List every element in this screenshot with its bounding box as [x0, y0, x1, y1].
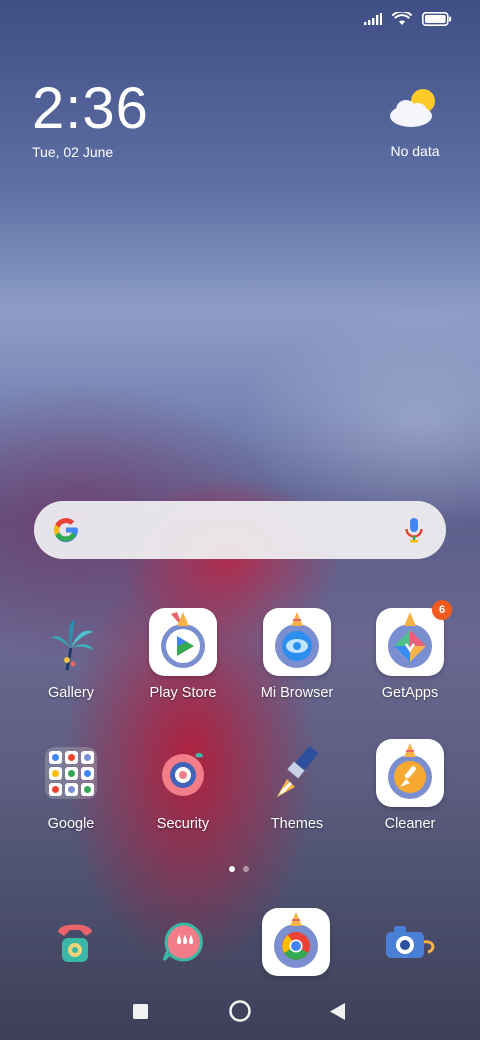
google-search-bar[interactable] — [34, 501, 446, 559]
clock-date[interactable]: Tue, 02 June — [32, 144, 113, 160]
app-getapps[interactable]: 6 GetApps — [355, 600, 465, 701]
security-icon — [162, 752, 204, 796]
folder-google[interactable]: Google — [16, 739, 126, 832]
partly-cloudy-icon — [390, 89, 435, 127]
notification-badge: 6 — [432, 600, 452, 620]
clock-time[interactable]: 2:36 — [32, 80, 149, 138]
mic-icon[interactable] — [404, 517, 424, 543]
dock-chrome[interactable] — [262, 908, 330, 976]
wifi-icon — [392, 12, 412, 25]
dock-messages[interactable] — [148, 908, 218, 983]
dock-phone[interactable] — [40, 908, 110, 983]
weather-widget[interactable]: No data — [380, 86, 450, 159]
app-themes[interactable]: Themes — [242, 739, 352, 832]
weather-text: No data — [390, 143, 440, 159]
home-button[interactable] — [229, 1000, 251, 1022]
app-cleaner-label: Cleaner — [384, 816, 436, 832]
app-security[interactable]: Security — [128, 739, 238, 832]
messages-icon — [162, 922, 203, 962]
themes-icon — [277, 746, 318, 797]
app-play-store[interactable]: Play Store — [128, 608, 238, 701]
app-play-store-label: Play Store — [149, 685, 217, 701]
google-folder-icon — [45, 747, 97, 799]
app-security-label: Security — [156, 816, 210, 832]
mi-browser-icon — [275, 612, 319, 668]
app-mi-browser[interactable]: Mi Browser — [242, 608, 352, 701]
app-getapps-label: GetApps — [381, 685, 439, 701]
camera-icon — [386, 926, 435, 958]
page-dot — [243, 866, 249, 872]
signal-icon — [364, 13, 382, 25]
app-gallery[interactable]: Gallery — [16, 608, 126, 701]
battery-icon — [422, 12, 452, 26]
chrome-icon — [274, 912, 318, 968]
page-dot-active — [229, 866, 235, 872]
gallery-icon — [51, 620, 93, 671]
recents-button[interactable] — [133, 1004, 148, 1019]
folder-google-label: Google — [47, 816, 95, 832]
app-themes-label: Themes — [270, 816, 324, 832]
getapps-icon — [388, 612, 432, 668]
page-indicator — [229, 866, 249, 872]
navigation-bar — [0, 998, 480, 1026]
status-bar — [364, 12, 452, 26]
phone-icon — [58, 924, 92, 962]
play-store-icon — [161, 612, 205, 668]
back-button[interactable] — [330, 1003, 346, 1020]
app-cleaner[interactable]: Cleaner — [355, 739, 465, 832]
dock-camera[interactable] — [374, 908, 444, 983]
app-mi-browser-label: Mi Browser — [260, 685, 334, 701]
app-gallery-label: Gallery — [48, 685, 94, 701]
cleaner-icon — [388, 743, 432, 799]
google-g-icon — [53, 518, 79, 543]
